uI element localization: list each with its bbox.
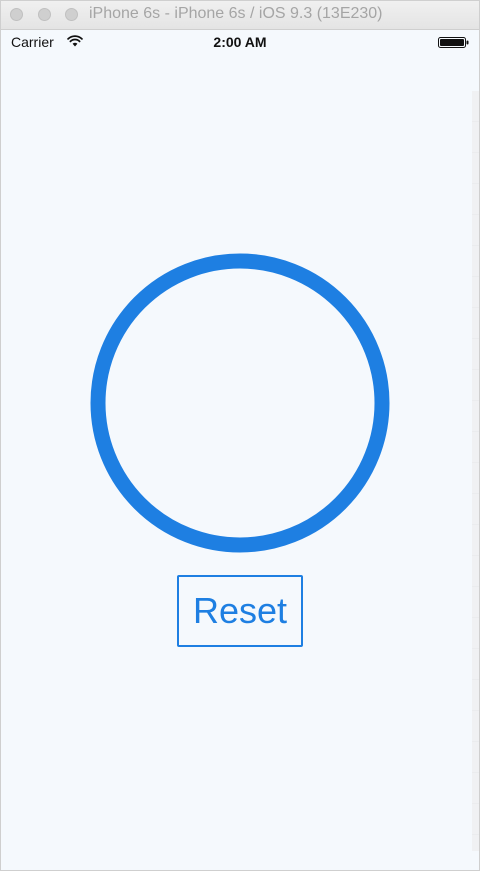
status-time: 2:00 AM <box>213 34 267 50</box>
window-titlebar: iPhone 6s - iPhone 6s / iOS 9.3 (13E230) <box>1 1 479 30</box>
window-edge-strip <box>472 91 479 851</box>
ios-status-bar: Carrier 2:00 AM <box>1 30 479 54</box>
minimize-window-button[interactable] <box>38 8 51 21</box>
zoom-window-button[interactable] <box>65 8 78 21</box>
simulator-window: iPhone 6s - iPhone 6s / iOS 9.3 (13E230)… <box>0 0 480 871</box>
battery-icon <box>438 37 469 48</box>
reset-button[interactable]: Reset <box>177 575 303 647</box>
window-title: iPhone 6s - iPhone 6s / iOS 9.3 (13E230) <box>89 5 383 22</box>
close-window-button[interactable] <box>10 8 23 21</box>
progress-ring <box>90 253 390 553</box>
